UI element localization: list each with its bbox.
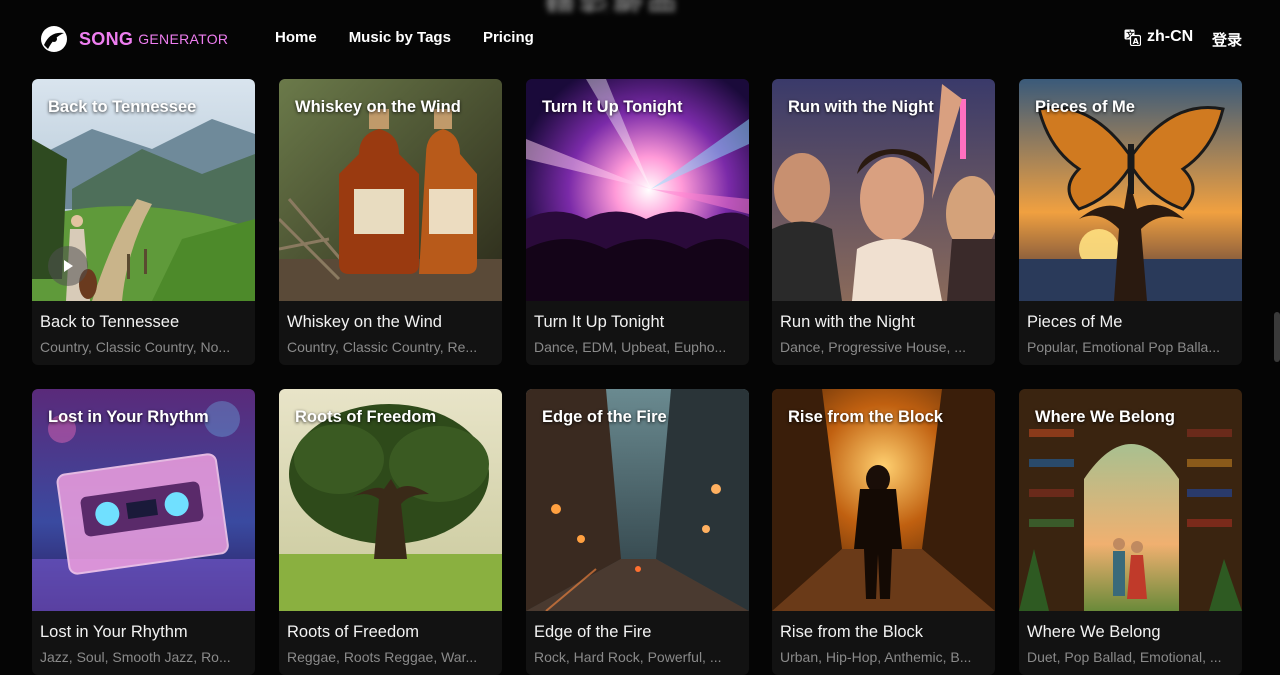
logo-generator: GENERATOR <box>138 31 229 47</box>
song-card[interactable]: Whiskey on the Wind Whiskey on the Wind … <box>279 79 502 365</box>
thumbnail-title: Turn It Up Tonight <box>542 98 683 116</box>
song-title[interactable]: Turn It Up Tonight <box>534 313 664 332</box>
song-thumbnail[interactable]: Run with the Night <box>772 79 995 301</box>
song-thumbnail[interactable]: Pieces of Me <box>1019 79 1242 301</box>
song-card[interactable]: Run with the Night Run with the Night Da… <box>772 79 995 365</box>
song-tags: Dance, Progressive House, ... <box>780 339 966 355</box>
song-tags: Rock, Hard Rock, Powerful, ... <box>534 649 722 665</box>
thumbnail-title: Lost in Your Rhythm <box>48 408 209 426</box>
song-card[interactable]: Roots of Freedom Roots of Freedom Reggae… <box>279 389 502 675</box>
main-nav: Home Music by Tags Pricing <box>275 29 534 46</box>
thumbnail-title: Pieces of Me <box>1035 98 1135 116</box>
header-ghost-text: 精彩歌曲 <box>545 0 735 12</box>
song-title[interactable]: Pieces of Me <box>1027 313 1122 332</box>
nav-pricing[interactable]: Pricing <box>483 29 534 46</box>
song-title[interactable]: Where We Belong <box>1027 623 1161 642</box>
song-title[interactable]: Whiskey on the Wind <box>287 313 442 332</box>
song-card[interactable]: Lost in Your Rhythm Lost in Your Rhythm … <box>32 389 255 675</box>
song-thumbnail[interactable]: Whiskey on the Wind <box>279 79 502 301</box>
song-thumbnail[interactable]: Roots of Freedom <box>279 389 502 611</box>
language-label: zh-CN <box>1147 28 1194 45</box>
song-card[interactable]: Where We Belong Where We Belong Duet, Po… <box>1019 389 1242 675</box>
song-card[interactable]: Rise from the Block Rise from the Block … <box>772 389 995 675</box>
song-thumbnail[interactable]: Lost in Your Rhythm <box>32 389 255 611</box>
login-button[interactable]: 登录 <box>1212 29 1242 50</box>
thumbnail-title: Back to Tennessee <box>48 98 197 116</box>
site-header: 精彩歌曲 SONG GENERATOR Home Music by Tags P… <box>0 0 1280 78</box>
song-thumbnail[interactable]: Rise from the Block <box>772 389 995 611</box>
song-card[interactable]: Back to Tennessee Back to Tennessee Coun… <box>32 79 255 365</box>
song-tags: Jazz, Soul, Smooth Jazz, Ro... <box>40 649 231 665</box>
thumbnail-title: Rise from the Block <box>788 408 943 426</box>
song-card[interactable]: Pieces of Me Pieces of Me Popular, Emoti… <box>1019 79 1242 365</box>
song-title[interactable]: Back to Tennessee <box>40 313 179 332</box>
thumbnail-title: Whiskey on the Wind <box>295 98 461 116</box>
song-tags: Country, Classic Country, No... <box>40 339 231 355</box>
thumbnail-title: Roots of Freedom <box>295 408 437 426</box>
logo-song: SONG <box>79 28 134 49</box>
vinyl-logo-icon <box>41 26 67 52</box>
song-thumbnail[interactable]: Edge of the Fire <box>526 389 749 611</box>
song-title[interactable]: Rise from the Block <box>780 623 923 642</box>
song-tags: Reggae, Roots Reggae, War... <box>287 649 478 665</box>
thumbnail-title: Run with the Night <box>788 98 934 116</box>
song-title[interactable]: Roots of Freedom <box>287 623 419 642</box>
song-title[interactable]: Run with the Night <box>780 313 915 332</box>
song-tags: Country, Classic Country, Re... <box>287 339 478 355</box>
translate-icon: 文 A <box>1124 29 1141 46</box>
song-card[interactable]: Edge of the Fire Edge of the Fire Rock, … <box>526 389 749 675</box>
thumbnail-title: Edge of the Fire <box>542 408 667 426</box>
language-switcher[interactable]: 文 A zh-CN <box>1124 28 1193 46</box>
song-title[interactable]: Lost in Your Rhythm <box>40 623 188 642</box>
play-button[interactable] <box>48 246 88 286</box>
nav-music-by-tags[interactable]: Music by Tags <box>349 29 451 46</box>
page-scrollbar[interactable] <box>1274 312 1280 362</box>
svg-text:A: A <box>1133 37 1140 46</box>
song-thumbnail[interactable]: Back to Tennessee <box>32 79 255 301</box>
nav-home[interactable]: Home <box>275 29 317 46</box>
thumbnail-title: Where We Belong <box>1035 408 1175 426</box>
play-icon <box>64 260 73 272</box>
logo[interactable]: SONG GENERATOR <box>40 24 228 54</box>
song-tags: Duet, Pop Ballad, Emotional, ... <box>1027 649 1222 665</box>
song-thumbnail[interactable]: Where We Belong <box>1019 389 1242 611</box>
song-tags: Popular, Emotional Pop Balla... <box>1027 339 1221 355</box>
song-title[interactable]: Edge of the Fire <box>534 623 651 642</box>
song-thumbnail[interactable]: Turn It Up Tonight <box>526 79 749 301</box>
song-tags: Dance, EDM, Upbeat, Eupho... <box>534 339 727 355</box>
song-card[interactable]: Turn It Up Tonight Turn It Up Tonight Da… <box>526 79 749 365</box>
song-tags: Urban, Hip-Hop, Anthemic, B... <box>780 649 972 665</box>
